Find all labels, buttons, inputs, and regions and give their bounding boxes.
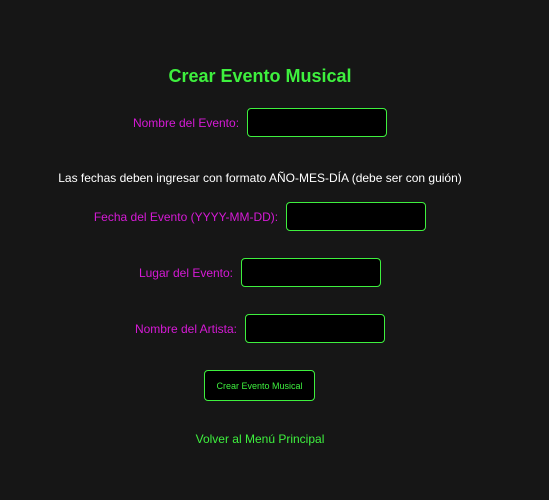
create-event-page: Crear Evento Musical Nombre del Evento: …	[0, 0, 549, 500]
date-format-note: Las fechas deben ingresar con formato AÑ…	[58, 171, 462, 185]
page-title: Crear Evento Musical	[168, 66, 352, 86]
artist-name-row: Nombre del Artista:	[0, 314, 520, 343]
event-name-row: Nombre del Evento:	[0, 108, 520, 137]
event-date-row: Fecha del Evento (YYYY-MM-DD):	[0, 202, 520, 231]
event-date-input[interactable]	[286, 202, 427, 231]
event-date-label: Fecha del Evento (YYYY-MM-DD):	[93, 209, 279, 224]
artist-name-label: Nombre del Artista:	[134, 321, 238, 336]
event-place-label: Lugar del Evento:	[138, 265, 234, 280]
event-place-row: Lugar del Evento:	[0, 258, 520, 287]
back-to-menu-link[interactable]: Volver al Menú Principal	[0, 432, 520, 446]
event-name-input[interactable]	[247, 108, 388, 137]
artist-name-input[interactable]	[245, 314, 386, 343]
event-name-label: Nombre del Evento:	[132, 115, 240, 130]
event-place-input[interactable]	[241, 258, 382, 287]
create-event-button[interactable]: Crear Evento Musical	[204, 370, 315, 401]
